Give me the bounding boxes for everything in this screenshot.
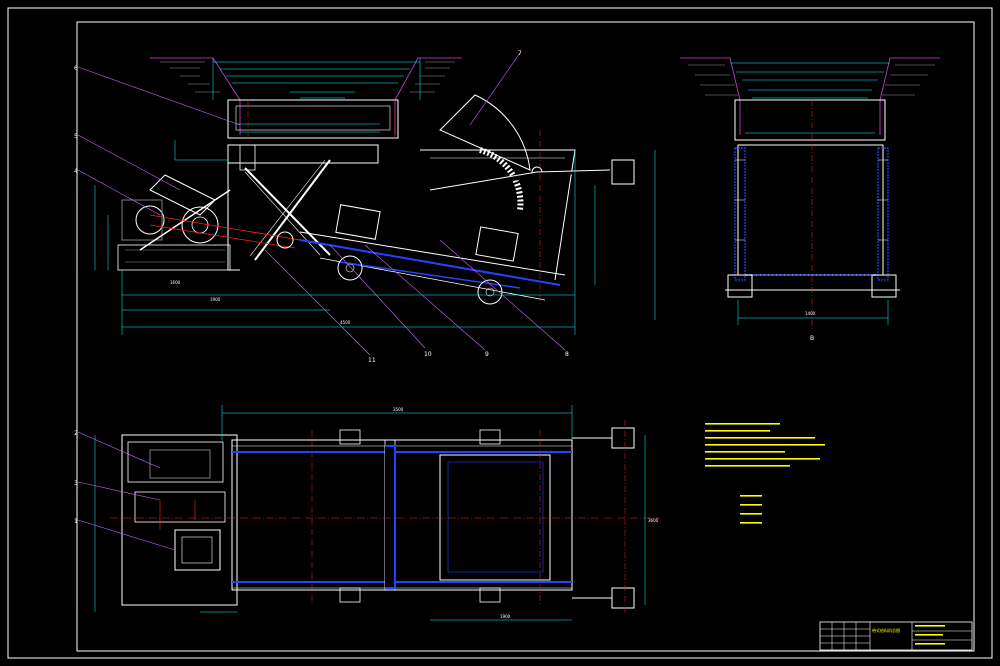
outer-frame xyxy=(7,7,993,659)
front-elevation-view: 4500 1900 1600 6 5 4 7 11 10 9 8 xyxy=(74,50,656,364)
front-bottom-label-1: 10 xyxy=(424,351,432,358)
title-block-name: 带式给料机总图 xyxy=(872,627,900,633)
dim-front-bottom: 1900 xyxy=(210,297,221,302)
side-view: 1400 B xyxy=(680,57,940,342)
front-label-3: 7 xyxy=(518,50,522,57)
title-block: 带式给料机总图 xyxy=(819,621,973,651)
front-bottom-label-3: 8 xyxy=(565,351,569,358)
dim-side-bottom: 1400 xyxy=(805,311,816,316)
front-label-1: 5 xyxy=(74,133,78,140)
side-view-label: B xyxy=(810,335,814,342)
dim-front-sub: 1600 xyxy=(170,280,181,285)
front-bottom-label-2: 9 xyxy=(485,351,489,358)
plan-view: 3500 3600 1900 2 3 1 xyxy=(74,405,660,621)
dim-plan-bottom: 1900 xyxy=(500,614,511,619)
dim-front-overall: 4500 xyxy=(340,320,351,325)
cad-drawing-sheet: 4500 1900 1600 6 5 4 7 11 10 9 8 1400 B … xyxy=(7,7,993,659)
dim-plan-right: 3600 xyxy=(648,518,659,523)
front-bottom-label-0: 11 xyxy=(368,357,376,364)
plan-label-0: 2 xyxy=(74,430,78,437)
plan-label-1: 3 xyxy=(74,480,78,487)
plan-label-2: 1 xyxy=(74,518,78,525)
dim-plan-top: 3500 xyxy=(393,407,404,412)
front-label-2: 4 xyxy=(74,168,78,175)
technical-notes xyxy=(705,423,825,524)
front-label-0: 6 xyxy=(74,65,78,72)
inner-frame xyxy=(76,21,975,652)
